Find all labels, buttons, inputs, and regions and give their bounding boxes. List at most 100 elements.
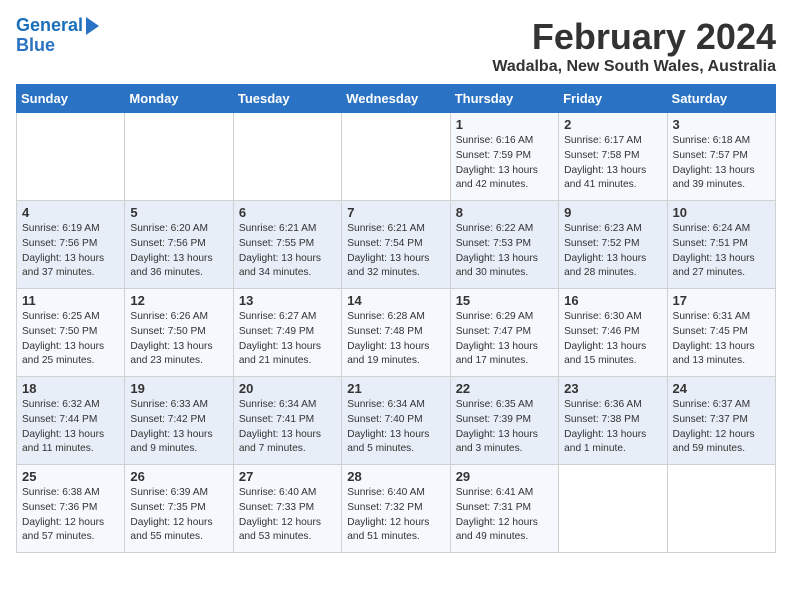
- day-number: 8: [456, 205, 553, 220]
- cell-content: Sunrise: 6:20 AMSunset: 7:56 PMDaylight:…: [130, 222, 227, 281]
- calendar-cell: 13Sunrise: 6:27 AMSunset: 7:49 PMDayligh…: [233, 289, 341, 377]
- calendar-cell: 24 Sunrise: 6:37 AMSunset: 7:37 PMDayligh…: [667, 377, 775, 465]
- calendar-week-row: 11 Sunrise: 6:25 AMSunset: 7:50 PMDayligh…: [17, 289, 776, 377]
- day-number: 23: [564, 381, 661, 396]
- day-number: 29: [456, 469, 553, 484]
- cell-content: Sunrise: 6:31 AMSunset: 7:45 PMDaylight:…: [673, 310, 770, 369]
- weekday-header: Sunday: [17, 85, 125, 113]
- calendar-cell: 15 Sunrise: 6:29 AMSunset: 7:47 PMDayligh…: [450, 289, 558, 377]
- calendar-cell: 3 Sunrise: 6:18 AMSunset: 7:57 PMDaylight…: [667, 113, 775, 201]
- calendar-cell: [233, 113, 341, 201]
- calendar-cell: 17 Sunrise: 6:31 AMSunset: 7:45 PMDayligh…: [667, 289, 775, 377]
- calendar-cell: 28Sunrise: 6:40 AMSunset: 7:32 PMDayligh…: [342, 465, 450, 553]
- day-number: 10: [673, 205, 770, 220]
- cell-content: Sunrise: 6:19 AMSunset: 7:56 PMDaylight:…: [22, 222, 119, 281]
- weekday-header: Monday: [125, 85, 233, 113]
- calendar-cell: 19 Sunrise: 6:33 AMSunset: 7:42 PMDayligh…: [125, 377, 233, 465]
- day-number: 14: [347, 293, 444, 308]
- weekday-header: Friday: [559, 85, 667, 113]
- day-number: 25: [22, 469, 119, 484]
- page-header: General Blue February 2024 Wadalba, New …: [16, 16, 776, 76]
- cell-content: Sunrise: 6:26 AMSunset: 7:50 PMDaylight:…: [130, 310, 227, 369]
- cell-content: Sunrise: 6:29 AMSunset: 7:47 PMDaylight:…: [456, 310, 553, 369]
- calendar-cell: 11 Sunrise: 6:25 AMSunset: 7:50 PMDayligh…: [17, 289, 125, 377]
- day-number: 24: [673, 381, 770, 396]
- logo-text: General: [16, 16, 83, 36]
- calendar-cell: 5Sunrise: 6:20 AMSunset: 7:56 PMDaylight…: [125, 201, 233, 289]
- cell-content: Sunrise: 6:18 AMSunset: 7:57 PMDaylight:…: [673, 134, 770, 193]
- cell-content: Sunrise: 6:30 AMSunset: 7:46 PMDaylight:…: [564, 310, 661, 369]
- cell-content: Sunrise: 6:16 AMSunset: 7:59 PMDaylight:…: [456, 134, 553, 193]
- logo: General Blue: [16, 16, 99, 56]
- calendar-cell: 23 Sunrise: 6:36 AMSunset: 7:38 PMDayligh…: [559, 377, 667, 465]
- calendar-week-row: 18Sunrise: 6:32 AMSunset: 7:44 PMDayligh…: [17, 377, 776, 465]
- calendar-cell: [125, 113, 233, 201]
- day-number: 17: [673, 293, 770, 308]
- calendar-cell: 9 Sunrise: 6:23 AMSunset: 7:52 PMDaylight…: [559, 201, 667, 289]
- day-number: 15: [456, 293, 553, 308]
- calendar-table: SundayMondayTuesdayWednesdayThursdayFrid…: [16, 84, 776, 553]
- cell-content: Sunrise: 6:41 AMSunset: 7:31 PMDaylight:…: [456, 486, 553, 545]
- calendar-cell: 1 Sunrise: 6:16 AMSunset: 7:59 PMDaylight…: [450, 113, 558, 201]
- cell-content: Sunrise: 6:37 AMSunset: 7:37 PMDaylight:…: [673, 398, 770, 457]
- cell-content: Sunrise: 6:34 AMSunset: 7:41 PMDaylight:…: [239, 398, 336, 457]
- day-number: 19: [130, 381, 227, 396]
- calendar-cell: 10 Sunrise: 6:24 AMSunset: 7:51 PMDayligh…: [667, 201, 775, 289]
- cell-content: Sunrise: 6:40 AMSunset: 7:33 PMDaylight:…: [239, 486, 336, 545]
- calendar-cell: 2 Sunrise: 6:17 AMSunset: 7:58 PMDaylight…: [559, 113, 667, 201]
- weekday-header: Thursday: [450, 85, 558, 113]
- cell-content: Sunrise: 6:25 AMSunset: 7:50 PMDaylight:…: [22, 310, 119, 369]
- day-number: 1: [456, 117, 553, 132]
- cell-content: Sunrise: 6:36 AMSunset: 7:38 PMDaylight:…: [564, 398, 661, 457]
- calendar-cell: 6Sunrise: 6:21 AMSunset: 7:55 PMDaylight…: [233, 201, 341, 289]
- calendar-cell: 25Sunrise: 6:38 AMSunset: 7:36 PMDayligh…: [17, 465, 125, 553]
- calendar-cell: 4Sunrise: 6:19 AMSunset: 7:56 PMDaylight…: [17, 201, 125, 289]
- cell-content: Sunrise: 6:21 AMSunset: 7:55 PMDaylight:…: [239, 222, 336, 281]
- page-title: February 2024: [492, 16, 776, 58]
- calendar-cell: [342, 113, 450, 201]
- title-area: February 2024 Wadalba, New South Wales, …: [492, 16, 776, 76]
- day-number: 20: [239, 381, 336, 396]
- calendar-cell: 26 Sunrise: 6:39 AMSunset: 7:35 PMDayligh…: [125, 465, 233, 553]
- weekday-header: Saturday: [667, 85, 775, 113]
- cell-content: Sunrise: 6:33 AMSunset: 7:42 PMDaylight:…: [130, 398, 227, 457]
- calendar-header-row: SundayMondayTuesdayWednesdayThursdayFrid…: [17, 85, 776, 113]
- day-number: 22: [456, 381, 553, 396]
- calendar-cell: 16 Sunrise: 6:30 AMSunset: 7:46 PMDayligh…: [559, 289, 667, 377]
- cell-content: Sunrise: 6:40 AMSunset: 7:32 PMDaylight:…: [347, 486, 444, 545]
- calendar-cell: [667, 465, 775, 553]
- day-number: 16: [564, 293, 661, 308]
- day-number: 11: [22, 293, 119, 308]
- calendar-cell: 22 Sunrise: 6:35 AMSunset: 7:39 PMDayligh…: [450, 377, 558, 465]
- cell-content: Sunrise: 6:39 AMSunset: 7:35 PMDaylight:…: [130, 486, 227, 545]
- calendar-cell: 18Sunrise: 6:32 AMSunset: 7:44 PMDayligh…: [17, 377, 125, 465]
- cell-content: Sunrise: 6:32 AMSunset: 7:44 PMDaylight:…: [22, 398, 119, 457]
- day-number: 9: [564, 205, 661, 220]
- cell-content: Sunrise: 6:27 AMSunset: 7:49 PMDaylight:…: [239, 310, 336, 369]
- cell-content: Sunrise: 6:23 AMSunset: 7:52 PMDaylight:…: [564, 222, 661, 281]
- calendar-week-row: 1 Sunrise: 6:16 AMSunset: 7:59 PMDaylight…: [17, 113, 776, 201]
- weekday-header: Wednesday: [342, 85, 450, 113]
- cell-content: Sunrise: 6:35 AMSunset: 7:39 PMDaylight:…: [456, 398, 553, 457]
- day-number: 7: [347, 205, 444, 220]
- cell-content: Sunrise: 6:21 AMSunset: 7:54 PMDaylight:…: [347, 222, 444, 281]
- day-number: 12: [130, 293, 227, 308]
- cell-content: Sunrise: 6:24 AMSunset: 7:51 PMDaylight:…: [673, 222, 770, 281]
- logo-text2: Blue: [16, 36, 55, 56]
- day-number: 2: [564, 117, 661, 132]
- calendar-cell: 7 Sunrise: 6:21 AMSunset: 7:54 PMDaylight…: [342, 201, 450, 289]
- calendar-cell: [559, 465, 667, 553]
- calendar-cell: 29 Sunrise: 6:41 AMSunset: 7:31 PMDayligh…: [450, 465, 558, 553]
- calendar-cell: 8 Sunrise: 6:22 AMSunset: 7:53 PMDaylight…: [450, 201, 558, 289]
- calendar-week-row: 25Sunrise: 6:38 AMSunset: 7:36 PMDayligh…: [17, 465, 776, 553]
- day-number: 21: [347, 381, 444, 396]
- day-number: 3: [673, 117, 770, 132]
- weekday-header: Tuesday: [233, 85, 341, 113]
- calendar-cell: 14Sunrise: 6:28 AMSunset: 7:48 PMDayligh…: [342, 289, 450, 377]
- day-number: 26: [130, 469, 227, 484]
- cell-content: Sunrise: 6:17 AMSunset: 7:58 PMDaylight:…: [564, 134, 661, 193]
- calendar-cell: 12 Sunrise: 6:26 AMSunset: 7:50 PMDayligh…: [125, 289, 233, 377]
- day-number: 27: [239, 469, 336, 484]
- cell-content: Sunrise: 6:22 AMSunset: 7:53 PMDaylight:…: [456, 222, 553, 281]
- page-subtitle: Wadalba, New South Wales, Australia: [492, 58, 776, 76]
